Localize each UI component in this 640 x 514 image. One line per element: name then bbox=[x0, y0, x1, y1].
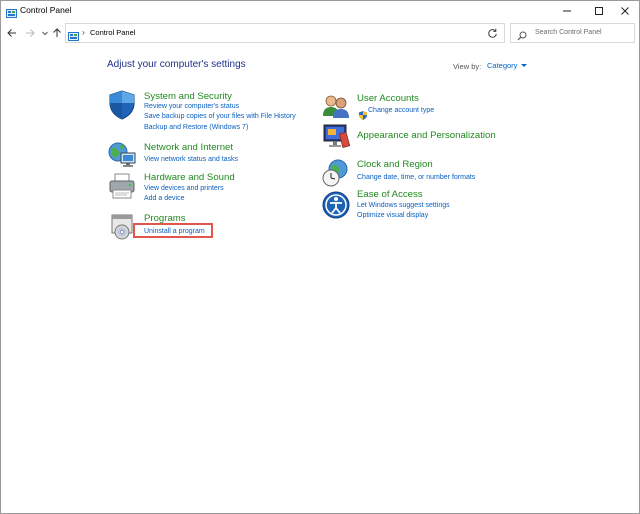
uac-shield-icon bbox=[359, 107, 367, 120]
category-system-and-security[interactable]: System and Security bbox=[144, 91, 232, 102]
printer-icon[interactable] bbox=[107, 171, 137, 201]
maximize-button[interactable] bbox=[584, 1, 613, 21]
link-review-computer-status[interactable]: Review your computer's status bbox=[144, 103, 239, 110]
shield-icon[interactable] bbox=[107, 90, 137, 120]
back-button[interactable] bbox=[5, 25, 19, 41]
category-ease-of-access[interactable]: Ease of Access bbox=[357, 189, 423, 200]
window-title: Control Panel bbox=[20, 5, 72, 15]
view-by-dropdown[interactable]: Category bbox=[480, 58, 530, 72]
control-panel-window: Control Panel › Control Panel Search Con… bbox=[0, 0, 640, 514]
search-input[interactable]: Search Control Panel bbox=[535, 29, 602, 36]
category-appearance-and-personalization[interactable]: Appearance and Personalization bbox=[357, 130, 496, 141]
chevron-down-icon bbox=[42, 31, 48, 36]
user-accounts-icon[interactable] bbox=[321, 92, 351, 122]
forward-button[interactable] bbox=[23, 25, 37, 41]
address-bar[interactable]: › Control Panel bbox=[65, 23, 542, 43]
ease-of-access-icon[interactable] bbox=[321, 190, 351, 220]
link-file-history-backup[interactable]: Save backup copies of your files with Fi… bbox=[144, 113, 296, 120]
search-box[interactable]: Search Control Panel bbox=[510, 23, 635, 43]
refresh-button[interactable] bbox=[483, 24, 501, 42]
back-arrow-icon bbox=[7, 29, 16, 37]
close-button[interactable] bbox=[610, 1, 639, 21]
minimize-icon bbox=[562, 10, 571, 12]
minimize-button[interactable] bbox=[552, 1, 581, 21]
close-icon bbox=[620, 7, 629, 15]
clock-globe-icon[interactable] bbox=[321, 158, 351, 188]
view-by-label: View by: bbox=[453, 62, 482, 71]
category-hardware-and-sound[interactable]: Hardware and Sound bbox=[144, 172, 235, 183]
link-let-windows-suggest[interactable]: Let Windows suggest settings bbox=[357, 202, 450, 209]
maximize-icon bbox=[594, 7, 603, 15]
control-panel-location-icon bbox=[68, 28, 79, 41]
title-bar: Control Panel bbox=[1, 1, 639, 21]
link-change-date-time-formats[interactable]: Change date, time, or number formats bbox=[357, 174, 475, 181]
category-user-accounts[interactable]: User Accounts bbox=[357, 93, 419, 104]
link-optimize-visual-display[interactable]: Optimize visual display bbox=[357, 212, 428, 219]
link-devices-printers[interactable]: View devices and printers bbox=[144, 185, 224, 192]
control-panel-app-icon bbox=[6, 5, 17, 18]
chevron-down-icon bbox=[521, 64, 527, 67]
up-button[interactable] bbox=[50, 25, 64, 41]
link-add-device[interactable]: Add a device bbox=[144, 195, 184, 202]
refresh-icon bbox=[487, 28, 497, 38]
link-change-account-type[interactable]: Change account type bbox=[368, 107, 434, 114]
navigation-bar: › Control Panel Search Control Panel bbox=[1, 21, 639, 45]
category-network-and-internet[interactable]: Network and Internet bbox=[144, 142, 233, 153]
category-clock-and-region[interactable]: Clock and Region bbox=[357, 159, 433, 170]
link-backup-restore[interactable]: Backup and Restore (Windows 7) bbox=[144, 124, 248, 131]
uninstall-highlight-box bbox=[133, 223, 213, 238]
page-heading: Adjust your computer's settings bbox=[107, 59, 246, 70]
up-arrow-icon bbox=[53, 28, 61, 37]
breadcrumb-separator: › bbox=[82, 27, 85, 37]
forward-arrow-icon bbox=[26, 29, 35, 37]
appearance-monitor-icon[interactable] bbox=[321, 122, 351, 152]
link-network-status[interactable]: View network status and tasks bbox=[144, 156, 238, 163]
view-by-value[interactable]: Category bbox=[487, 61, 517, 70]
breadcrumb-control-panel[interactable]: Control Panel bbox=[90, 28, 135, 37]
search-icon bbox=[517, 28, 527, 41]
network-globe-icon[interactable] bbox=[107, 139, 137, 169]
